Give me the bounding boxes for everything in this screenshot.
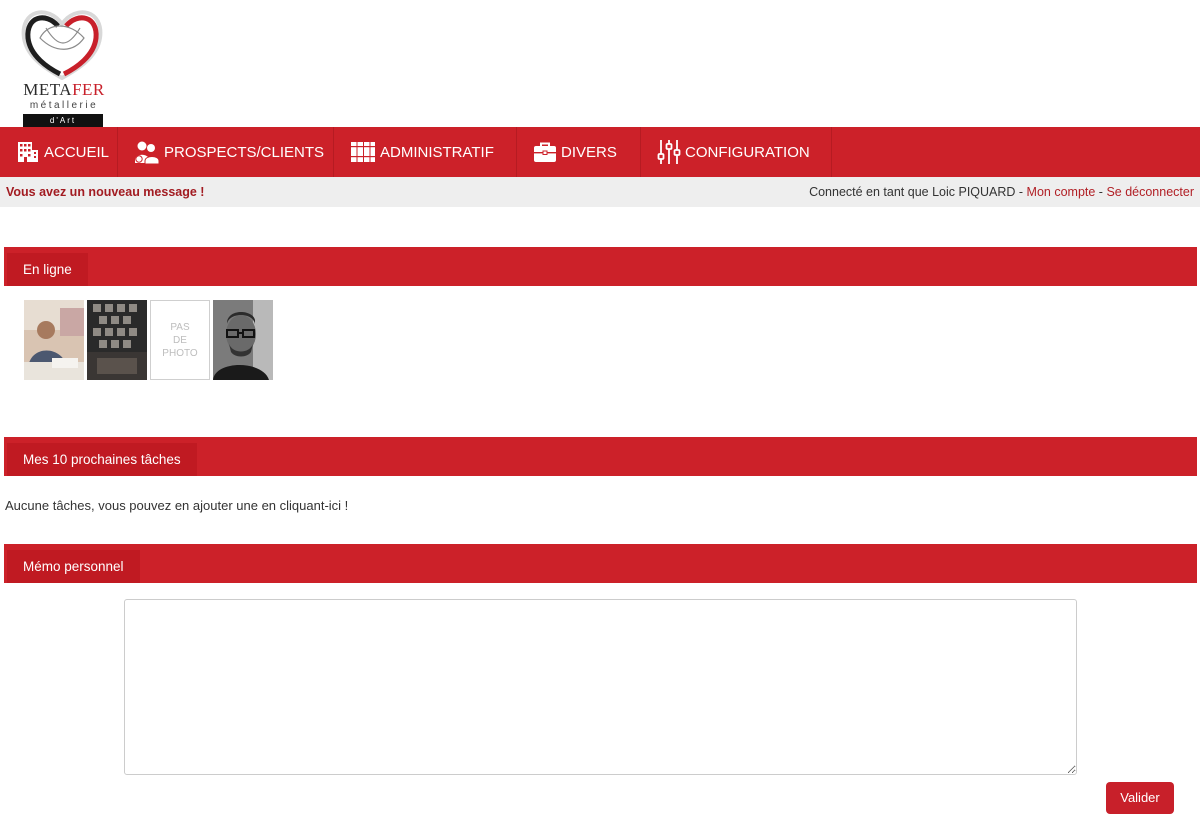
online-users: PAS DE PHOTO	[24, 300, 273, 380]
nav-item-administratif[interactable]: ADMINISTRATIF	[334, 127, 517, 177]
validate-button[interactable]: Valider	[1106, 782, 1174, 814]
main-nav: ACCUEIL PROSPECTS/CLIENTS ADMINISTRATIF	[0, 127, 1200, 177]
nav-item-divers[interactable]: DIVERS	[517, 127, 641, 177]
logo-brand-part1: META	[23, 80, 73, 99]
nav-label-administratif: ADMINISTRATIF	[380, 143, 494, 161]
memo-section-title: Mémo personnel	[7, 550, 140, 583]
nav-label-prospects-clients: PROSPECTS/CLIENTS	[164, 143, 325, 161]
tasks-section-title: Mes 10 prochaines tâches	[7, 443, 197, 476]
logo-brand-part2: FER	[72, 80, 105, 99]
online-section-header: En ligne	[4, 247, 1197, 286]
memo-textarea[interactable]	[124, 599, 1077, 775]
tasks-section-header: Mes 10 prochaines tâches	[4, 437, 1197, 476]
user-info: Connecté en tant que Loic PIQUARD - Mon …	[809, 185, 1194, 199]
no-photo-line2: DE	[173, 335, 187, 346]
logo-tagline: d'Art	[23, 114, 103, 127]
new-message-link[interactable]: Vous avez un nouveau message !	[6, 185, 204, 199]
user-photo-icon	[213, 300, 273, 380]
avatar[interactable]	[24, 300, 84, 380]
online-section-title: En ligne	[7, 253, 88, 286]
logo-subtitle: métallerie	[29, 100, 99, 111]
metafer-logo[interactable]: METAFER métallerie d'Art	[14, 8, 110, 128]
separator-1: -	[1015, 185, 1027, 199]
briefcase-icon	[534, 142, 556, 162]
user-photo-icon	[24, 300, 84, 380]
separator-2: -	[1095, 185, 1107, 199]
user-photo-icon	[87, 300, 147, 380]
avatar[interactable]	[213, 300, 273, 380]
books-icon	[351, 142, 375, 162]
status-bar: Vous avez un nouveau message ! Connecté …	[0, 177, 1200, 207]
nav-label-divers: DIVERS	[561, 143, 617, 161]
nav-item-accueil[interactable]: ACCUEIL	[0, 127, 118, 177]
nav-item-prospects-clients[interactable]: PROSPECTS/CLIENTS	[118, 127, 334, 177]
users-icon	[135, 141, 160, 164]
my-account-link[interactable]: Mon compte	[1027, 185, 1096, 199]
nav-item-configuration[interactable]: CONFIGURATION	[641, 127, 832, 177]
logout-link[interactable]: Se déconnecter	[1106, 185, 1194, 199]
nav-label-accueil: ACCUEIL	[44, 143, 110, 161]
sliders-icon	[657, 140, 681, 164]
tasks-empty-link[interactable]: Aucune tâches, vous pouvez en ajouter un…	[5, 498, 348, 513]
building-icon	[18, 142, 38, 162]
avatar[interactable]	[87, 300, 147, 380]
nav-label-configuration: CONFIGURATION	[685, 143, 810, 161]
avatar-placeholder[interactable]: PAS DE PHOTO	[150, 300, 210, 380]
heart-logo-icon	[21, 10, 103, 80]
logo-brand: METAFER	[22, 80, 106, 100]
memo-section-header: Mémo personnel	[4, 544, 1197, 583]
no-photo-line1: PAS	[170, 322, 190, 333]
no-photo-line3: PHOTO	[162, 348, 198, 359]
connected-as-text: Connecté en tant que Loic PIQUARD	[809, 185, 1016, 199]
